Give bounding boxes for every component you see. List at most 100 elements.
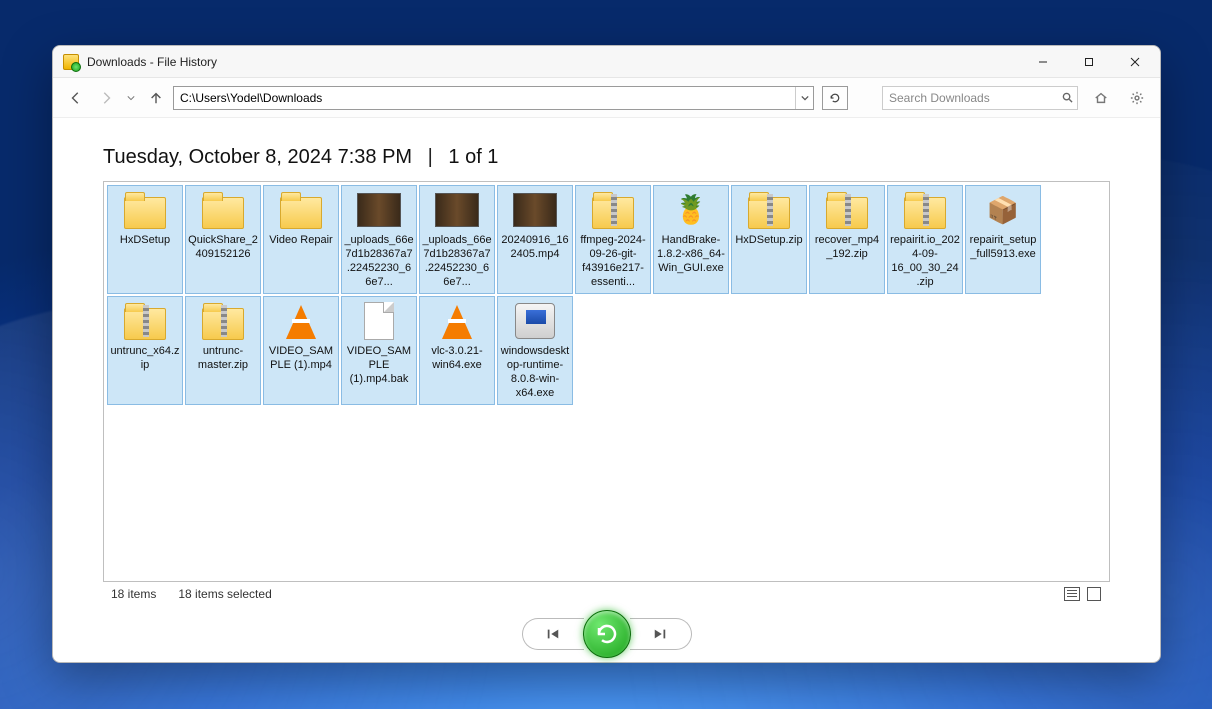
- file-label: QuickShare_2409152126: [188, 233, 258, 261]
- folder-icon: [202, 197, 244, 229]
- file-item[interactable]: Video Repair: [263, 185, 339, 294]
- snapshot-position: 1 of 1: [448, 146, 498, 168]
- file-item[interactable]: HxDSetup: [107, 185, 183, 294]
- file-icon-wrap: [513, 190, 557, 230]
- recent-locations-dropdown[interactable]: [123, 94, 139, 102]
- up-button[interactable]: [143, 85, 169, 111]
- zip-archive-icon: [202, 308, 244, 340]
- search-box[interactable]: [882, 86, 1078, 110]
- file-icon-wrap: [279, 301, 323, 341]
- file-label: HxDSetup: [120, 233, 170, 247]
- file-label: repairit.io_2024-09-16_00_30_24.zip: [890, 233, 960, 289]
- maximize-button[interactable]: [1066, 46, 1112, 78]
- file-item[interactable]: ffmpeg-2024-09-26-git-f43916e217-essenti…: [575, 185, 651, 294]
- file-icon-wrap: [123, 301, 167, 341]
- refresh-button[interactable]: [822, 86, 848, 110]
- file-icon-wrap: [201, 190, 245, 230]
- details-view-button[interactable]: [1064, 587, 1080, 601]
- file-history-window: Downloads - File History: [52, 45, 1161, 663]
- window-controls: [1020, 46, 1158, 78]
- file-label: untrunc_x64.zip: [110, 344, 180, 372]
- file-icon-wrap: [279, 190, 323, 230]
- file-icon-wrap: [591, 190, 635, 230]
- file-item[interactable]: VIDEO_SAMPLE (1).mp4.bak: [341, 296, 417, 405]
- file-label: VIDEO_SAMPLE (1).mp4: [266, 344, 336, 372]
- file-icon-wrap: [903, 190, 947, 230]
- back-button[interactable]: [63, 85, 89, 111]
- restore-button[interactable]: [583, 610, 631, 658]
- file-label: HxDSetup.zip: [735, 233, 802, 247]
- zip-archive-icon: [748, 197, 790, 229]
- snapshot-heading: Tuesday, October 8, 2024 7:38 PM | 1 of …: [103, 146, 1110, 169]
- zip-archive-icon: [124, 308, 166, 340]
- file-icon-wrap: [123, 190, 167, 230]
- file-icon-wrap: [357, 190, 401, 230]
- file-label: _uploads_66e7d1b28367a7.22452230_66e7...: [422, 233, 492, 289]
- folder-icon: [124, 197, 166, 229]
- file-list-container[interactable]: HxDSetup QuickShare_2409152126Video Repai…: [103, 181, 1110, 582]
- file-icon-wrap: [357, 301, 401, 341]
- file-label: VIDEO_SAMPLE (1).mp4.bak: [344, 344, 414, 386]
- file-label: vlc-3.0.21-win64.exe: [422, 344, 492, 372]
- repairit-installer-icon: 📦: [987, 195, 1019, 226]
- file-icon-wrap: [435, 301, 479, 341]
- address-input[interactable]: [174, 87, 795, 109]
- previous-version-button[interactable]: [522, 618, 584, 650]
- file-label: HandBrake-1.8.2-x86_64-Win_GUI.exe: [656, 233, 726, 275]
- toolbar: [53, 78, 1160, 118]
- document-icon: [364, 302, 394, 340]
- file-item[interactable]: untrunc_x64.zip: [107, 296, 183, 405]
- file-item[interactable]: HxDSetup.zip: [731, 185, 807, 294]
- window-title: Downloads - File History: [87, 55, 217, 69]
- forward-button[interactable]: [93, 85, 119, 111]
- settings-gear-button[interactable]: [1124, 85, 1150, 111]
- file-item[interactable]: _uploads_66e7d1b28367a7.22452230_66e7...: [341, 185, 417, 294]
- snapshot-timestamp: Tuesday, October 8, 2024 7:38 PM: [103, 146, 412, 168]
- close-button[interactable]: [1112, 46, 1158, 78]
- file-icon-wrap: [201, 301, 245, 341]
- file-item[interactable]: _uploads_66e7d1b28367a7.22452230_66e7...: [419, 185, 495, 294]
- file-item[interactable]: windowsdesktop-runtime-8.0.8-win-x64.exe: [497, 296, 573, 405]
- file-label: recover_mp4_192.zip: [812, 233, 882, 261]
- file-item[interactable]: untrunc-master.zip: [185, 296, 261, 405]
- file-item[interactable]: 📦 repairit_setup_full5913.exe: [965, 185, 1041, 294]
- content-area: Tuesday, October 8, 2024 7:38 PM | 1 of …: [53, 118, 1160, 606]
- minimize-button[interactable]: [1020, 46, 1066, 78]
- file-icon-wrap: [513, 301, 557, 341]
- file-label: untrunc-master.zip: [188, 344, 258, 372]
- file-label: repairit_setup_full5913.exe: [968, 233, 1038, 261]
- view-mode-switcher: [1064, 587, 1102, 601]
- file-icon-wrap: [747, 190, 791, 230]
- file-icon-wrap: [435, 190, 479, 230]
- zip-archive-icon: [592, 197, 634, 229]
- file-item[interactable]: recover_mp4_192.zip: [809, 185, 885, 294]
- search-input[interactable]: [883, 91, 1057, 105]
- file-item[interactable]: VIDEO_SAMPLE (1).mp4: [263, 296, 339, 405]
- video-thumbnail-icon: [357, 193, 401, 227]
- file-history-icon: [63, 54, 79, 70]
- icons-view-button[interactable]: [1086, 587, 1102, 601]
- file-label: ffmpeg-2024-09-26-git-f43916e217-essenti…: [578, 233, 648, 289]
- installer-icon: [515, 303, 555, 339]
- file-icon-wrap: [825, 190, 869, 230]
- vlc-cone-icon: [286, 305, 316, 339]
- file-label: _uploads_66e7d1b28367a7.22452230_66e7...: [344, 233, 414, 289]
- file-label: windowsdesktop-runtime-8.0.8-win-x64.exe: [500, 344, 570, 400]
- file-item[interactable]: 20240916_162405.mp4: [497, 185, 573, 294]
- address-bar[interactable]: [173, 86, 814, 110]
- file-item[interactable]: vlc-3.0.21-win64.exe: [419, 296, 495, 405]
- file-icon-wrap: 📦: [981, 190, 1025, 230]
- titlebar[interactable]: Downloads - File History: [53, 46, 1160, 78]
- file-item[interactable]: QuickShare_2409152126: [185, 185, 261, 294]
- file-grid: HxDSetup QuickShare_2409152126Video Repai…: [107, 185, 1106, 405]
- home-button[interactable]: [1088, 85, 1114, 111]
- file-item[interactable]: repairit.io_2024-09-16_00_30_24.zip: [887, 185, 963, 294]
- status-selection-count: 18 items selected: [178, 587, 271, 601]
- address-history-dropdown[interactable]: [795, 87, 813, 109]
- video-thumbnail-icon: [513, 193, 557, 227]
- video-thumbnail-icon: [435, 193, 479, 227]
- handbrake-pineapple-icon: 🍍: [674, 196, 709, 224]
- next-version-button[interactable]: [630, 618, 692, 650]
- search-icon: [1057, 92, 1077, 103]
- file-item[interactable]: 🍍 HandBrake-1.8.2-x86_64-Win_GUI.exe: [653, 185, 729, 294]
